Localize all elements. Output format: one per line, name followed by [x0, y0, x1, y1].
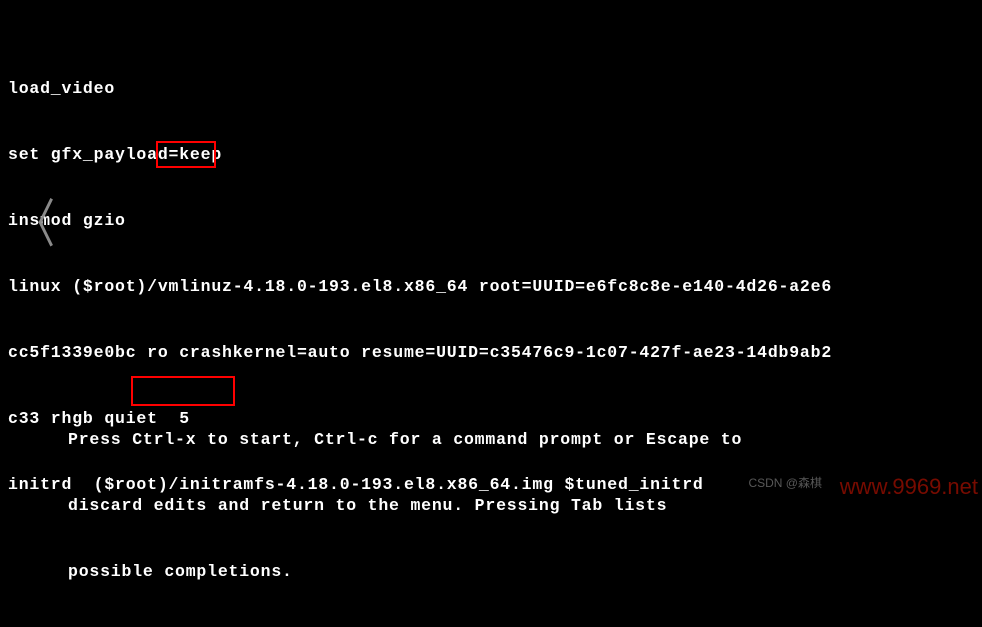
- watermark-csdn: CSDN @森棋: [748, 472, 822, 494]
- boot-line-linux: linux ($root)/vmlinuz-4.18.0-193.el8.x86…: [8, 276, 974, 298]
- boot-line-linux-cont1: cc5f1339e0bc ro crashkernel=auto resume=…: [8, 342, 974, 364]
- hint-line-3: possible completions.: [68, 561, 742, 583]
- back-arrow-icon[interactable]: 〈: [15, 211, 56, 240]
- grub-editor-screen: load_video set gfx_payload=keep insmod g…: [0, 0, 982, 500]
- hint-line-1: Press Ctrl-x to start, Ctrl-c for a comm…: [68, 429, 742, 451]
- boot-line-gfx-payload: set gfx_payload=keep: [8, 144, 974, 166]
- boot-line-load-video: load_video: [8, 78, 974, 100]
- boot-line-insmod: insmod gzio: [8, 210, 974, 232]
- grub-hint-text: Press Ctrl-x to start, Ctrl-c for a comm…: [68, 385, 742, 627]
- hint-line-2: discard edits and return to the menu. Pr…: [68, 495, 742, 517]
- watermark-site: www.9969.net: [840, 476, 978, 498]
